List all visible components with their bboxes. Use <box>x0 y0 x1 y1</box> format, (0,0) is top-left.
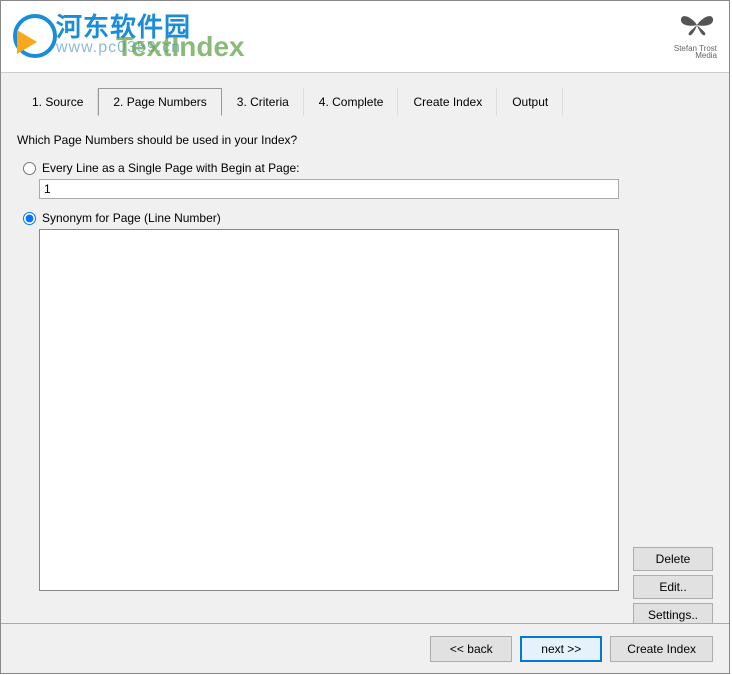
synonym-listbox[interactable] <box>39 229 619 591</box>
footer-bar: << back next >> Create Index <box>1 623 729 673</box>
main-content: 1. Source 2. Page Numbers 3. Criteria 4.… <box>1 73 729 623</box>
tab-page-numbers[interactable]: 2. Page Numbers <box>98 88 221 116</box>
tab-criteria[interactable]: 3. Criteria <box>222 88 304 116</box>
app-header: 河东软件园 www.pc0359.cn TextIndex Stefan Tro… <box>1 1 729 73</box>
brand-logo: Stefan Trost Media <box>674 9 717 60</box>
tab-bar: 1. Source 2. Page Numbers 3. Criteria 4.… <box>17 87 713 115</box>
butterfly-icon <box>674 9 717 46</box>
create-index-button[interactable]: Create Index <box>610 636 713 662</box>
radio-synonym-label: Synonym for Page (Line Number) <box>42 211 221 225</box>
delete-button[interactable]: Delete <box>633 547 713 571</box>
next-button[interactable]: next >> <box>520 636 602 662</box>
radio-synonym[interactable] <box>23 212 36 225</box>
edit-button[interactable]: Edit.. <box>633 575 713 599</box>
page-question: Which Page Numbers should be used in you… <box>17 133 713 147</box>
tab-source[interactable]: 1. Source <box>17 88 98 116</box>
begin-page-input[interactable] <box>39 179 619 199</box>
radio-every-line[interactable] <box>23 162 36 175</box>
tab-complete[interactable]: 4. Complete <box>304 88 399 116</box>
radio-every-line-label: Every Line as a Single Page with Begin a… <box>42 161 300 175</box>
watermark-logo-icon <box>11 12 61 62</box>
tab-create-index[interactable]: Create Index <box>398 88 497 116</box>
tab-output[interactable]: Output <box>497 88 563 116</box>
app-title: TextIndex <box>116 31 245 63</box>
back-button[interactable]: << back <box>430 636 512 662</box>
